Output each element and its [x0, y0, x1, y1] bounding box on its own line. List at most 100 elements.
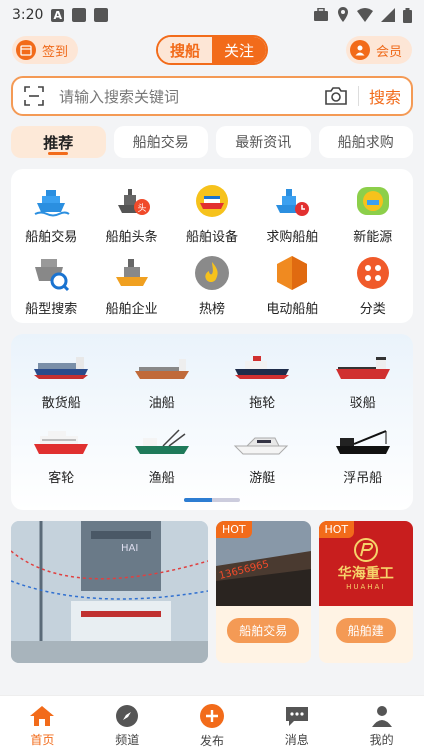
ship-type-barge[interactable]: 驳船 — [313, 350, 414, 411]
oil-tanker-icon — [133, 350, 191, 386]
barge-icon — [334, 350, 392, 386]
camera-icon[interactable] — [324, 86, 348, 106]
hot-badge: HOT — [318, 521, 355, 538]
nav-message[interactable]: 消息 — [254, 696, 339, 755]
bottom-nav: 首页 频道 发布 消息 我的 — [0, 695, 424, 755]
grid-label: 热榜 — [198, 302, 225, 317]
ship-type-tug[interactable]: 拖轮 — [212, 350, 313, 411]
grid-label: 船型搜索 — [25, 302, 78, 317]
notification-a-icon: A — [51, 8, 64, 22]
user-icon — [349, 40, 370, 60]
tab-follow[interactable]: 关注 — [212, 37, 267, 63]
wifi-icon — [357, 8, 373, 22]
yacht-icon — [233, 425, 291, 461]
category-tabs: 推荐 船舶交易 最新资讯 船舶求购 — [0, 116, 424, 158]
logo-text: 华海重工 — [337, 565, 394, 582]
ship-type-yacht[interactable]: 游艇 — [212, 425, 313, 486]
logo-subtext: HUAHAI — [346, 582, 386, 591]
ship-type-oil[interactable]: 油船 — [112, 350, 213, 411]
category-icon — [353, 253, 393, 293]
banner-row: HAI HOT 13656965 船舶交易 HOT 华海重工 HUAHAI 船舶… — [11, 521, 413, 663]
grid-label: 船舶交易 — [25, 230, 78, 245]
main-banner[interactable]: HAI — [11, 521, 208, 663]
grid-label: 船舶头条 — [105, 230, 158, 245]
ship-type-label: 驳船 — [349, 396, 376, 411]
battery-icon — [403, 7, 412, 23]
ship-type-fishing[interactable]: 渔船 — [112, 425, 213, 486]
banner-build-button[interactable]: 船舶建 — [335, 618, 396, 643]
grid-item-ship-company[interactable]: 船舶企业 — [91, 253, 171, 317]
signin-button[interactable]: 签到 — [12, 36, 79, 64]
briefcase-icon — [314, 8, 328, 21]
nav-label: 消息 — [284, 732, 309, 747]
signin-label: 签到 — [42, 44, 69, 60]
ship-type-passenger[interactable]: 客轮 — [11, 425, 112, 486]
nav-channel[interactable]: 频道 — [85, 696, 170, 755]
hot-list-icon — [192, 253, 232, 293]
ship-headline-icon: 头 — [112, 181, 152, 221]
ship-wanted-icon — [272, 181, 312, 221]
nav-label: 发布 — [199, 733, 224, 748]
ship-type-label: 散货船 — [41, 396, 81, 411]
grid-label: 新能源 — [353, 230, 393, 245]
hot-badge: HOT — [216, 521, 252, 538]
mode-switch: 搜船 关注 — [155, 35, 269, 65]
compass-icon — [116, 704, 139, 727]
grid-label: 分类 — [359, 302, 386, 317]
banner-card-build[interactable]: HOT 华海重工 HUAHAI 船舶建 — [318, 521, 413, 663]
notification-icon — [71, 8, 86, 22]
ship-type-label: 浮吊船 — [343, 471, 383, 486]
ship-type-bulk[interactable]: 散货船 — [11, 350, 112, 411]
grid-item-ship-headline[interactable]: 头 船舶头条 — [91, 181, 171, 245]
ship-type-label: 油船 — [148, 396, 175, 411]
banner-trade-button[interactable]: 船舶交易 — [227, 618, 300, 643]
grid-item-new-energy[interactable]: 新能源 — [333, 181, 413, 245]
grid-item-category[interactable]: 分类 — [333, 253, 413, 317]
grid-label: 船舶企业 — [105, 302, 158, 317]
tab-ship-wanted[interactable]: 船舶求购 — [318, 126, 413, 158]
message-icon — [285, 706, 308, 726]
shipyard-image: HAI — [11, 521, 208, 663]
floating-crane-icon — [334, 425, 392, 461]
grid-label: 船舶设备 — [185, 230, 238, 245]
ship-search-icon — [31, 253, 71, 293]
tab-search-ship[interactable]: 搜船 — [157, 37, 212, 63]
nav-profile[interactable]: 我的 — [339, 696, 424, 755]
search-button[interactable]: 搜索 — [369, 84, 401, 108]
ship-type-crane[interactable]: 浮吊船 — [313, 425, 414, 486]
nav-home[interactable]: 首页 — [0, 696, 85, 755]
top-bar: 签到 搜船 关注 会员 — [0, 30, 424, 70]
grid-item-hot-list[interactable]: 热榜 — [172, 253, 252, 317]
signal-icon — [381, 8, 395, 22]
grid-item-ship-trade[interactable]: 船舶交易 — [11, 181, 91, 245]
member-button[interactable]: 会员 — [345, 36, 412, 64]
ship-type-label: 客轮 — [48, 471, 75, 486]
banner-card-trade[interactable]: HOT 13656965 船舶交易 — [216, 521, 311, 663]
tab-ship-trade[interactable]: 船舶交易 — [113, 126, 208, 158]
grid-label: 电动船舶 — [266, 302, 319, 317]
scan-icon[interactable] — [23, 85, 45, 107]
divider — [357, 86, 359, 106]
nav-label: 频道 — [115, 732, 140, 747]
home-icon — [30, 705, 55, 726]
ship-type-label: 拖轮 — [249, 396, 276, 411]
banner-sign: HAI — [121, 543, 138, 554]
grid-item-ship-wanted[interactable]: 求购船舶 — [252, 181, 332, 245]
nav-label: 首页 — [30, 732, 55, 747]
tugboat-icon — [233, 350, 291, 386]
grid-item-ship-search[interactable]: 船型搜索 — [11, 253, 91, 317]
status-bar: 3:20 A — [0, 0, 424, 30]
grid-item-electric-ship[interactable]: 电动船舶 — [252, 253, 332, 317]
plus-icon — [199, 703, 224, 728]
tab-recommend[interactable]: 推荐 — [11, 126, 106, 158]
ship-equipment-icon — [192, 181, 232, 221]
tab-latest-news[interactable]: 最新资讯 — [216, 126, 311, 158]
svg-text:头: 头 — [137, 203, 146, 214]
location-icon — [338, 7, 348, 22]
nav-label: 我的 — [369, 732, 394, 747]
grid-item-ship-equipment[interactable]: 船舶设备 — [172, 181, 252, 245]
notification-icon-2 — [93, 8, 108, 22]
nav-publish[interactable]: 发布 — [170, 696, 255, 755]
search-bar: 请输入搜索关键词 搜索 — [11, 76, 413, 116]
search-input[interactable]: 请输入搜索关键词 — [59, 86, 324, 107]
